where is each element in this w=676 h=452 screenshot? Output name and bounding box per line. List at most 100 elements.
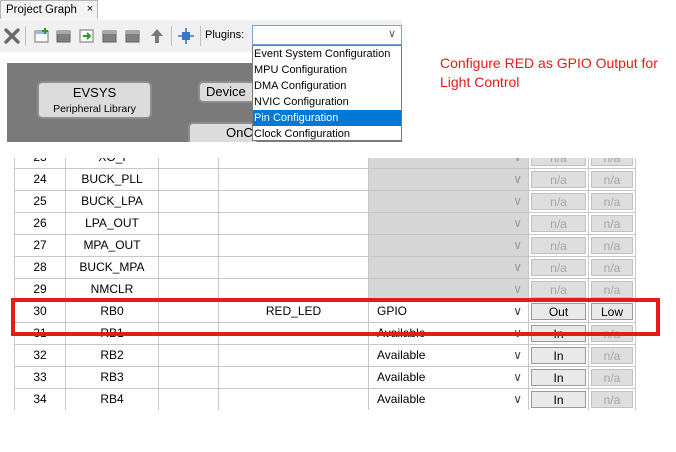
function-select[interactable]: Available ∨ <box>369 345 529 367</box>
latch-cell: n/a <box>589 367 636 389</box>
pin-number-cell: 23 <box>14 158 66 169</box>
direction-button[interactable]: In <box>531 391 586 408</box>
chevron-down-icon: ∨ <box>513 282 522 296</box>
pin-name-cell[interactable] <box>219 367 369 389</box>
toolbar-separator <box>200 26 201 46</box>
direction-cell: n/a <box>529 257 589 279</box>
direction-button: n/a <box>531 158 586 166</box>
latch-cell: n/a <box>589 235 636 257</box>
plugins-menu-item[interactable]: DMA Configuration <box>253 78 401 94</box>
pin-id-cell: BUCK_MPA <box>66 257 159 279</box>
latch-button: n/a <box>591 237 633 254</box>
custom-cell <box>159 191 219 213</box>
function-value: Available <box>377 392 426 406</box>
pin-number-cell: 33 <box>14 367 66 389</box>
direction-button[interactable]: In <box>531 369 586 386</box>
plugins-menu-item[interactable]: Pin Configuration <box>253 110 401 126</box>
latch-cell: n/a <box>589 158 636 169</box>
latch-button: n/a <box>591 259 633 276</box>
chevron-down-icon: ∨ <box>513 216 522 230</box>
table-row: 32 RB2 Available ∨ In n/a <box>14 345 636 367</box>
component-icon[interactable] <box>55 27 73 45</box>
pin-id-cell: XO_I <box>66 158 159 169</box>
function-select[interactable]: Available ∨ <box>369 367 529 389</box>
table-row: 26 LPA_OUT ∨ n/a n/a <box>14 213 636 235</box>
onc-component[interactable]: OnC <box>188 122 258 142</box>
evsys-component[interactable]: EVSYS Peripheral Library <box>37 81 152 119</box>
latch-cell: n/a <box>589 257 636 279</box>
table-row: 25 BUCK_LPA ∨ n/a n/a <box>14 191 636 213</box>
table-row: 23XO_I ∨ n/a n/a <box>14 158 636 169</box>
plugins-menu-item[interactable]: Event System Configuration <box>253 46 401 62</box>
chevron-down-icon: ∨ <box>513 158 522 168</box>
pin-number-cell: 34 <box>14 389 66 410</box>
tab-close-icon[interactable]: × <box>84 0 96 19</box>
custom-cell <box>159 257 219 279</box>
pin-name-cell <box>219 235 369 257</box>
latch-button: n/a <box>591 281 633 298</box>
annotation-text: Configure RED as GPIO Output for Light C… <box>440 55 658 90</box>
pin-id-cell: LPA_OUT <box>66 213 159 235</box>
function-select[interactable]: Available ∨ <box>369 389 529 410</box>
component-icon[interactable] <box>101 27 119 45</box>
export-icon[interactable] <box>78 27 96 45</box>
latch-button: n/a <box>591 171 633 188</box>
up-arrow-icon[interactable] <box>148 27 166 45</box>
chevron-down-icon: ∨ <box>513 172 522 186</box>
chevron-down-icon: ∨ <box>513 238 522 252</box>
direction-cell: n/a <box>529 169 589 191</box>
plugins-menu-item[interactable]: NVIC Configuration <box>253 94 401 110</box>
pin-id-cell: RB3 <box>66 367 159 389</box>
dependency-icon[interactable] <box>177 27 195 45</box>
direction-cell: n/a <box>529 235 589 257</box>
pin-number-cell: 28 <box>14 257 66 279</box>
plugins-menu-item[interactable]: MPU Configuration <box>253 62 401 78</box>
highlight-box <box>11 298 660 336</box>
plugins-menu-item[interactable]: Clock Configuration <box>253 126 401 140</box>
custom-cell <box>159 213 219 235</box>
table-row: 24 BUCK_PLL ∨ n/a n/a <box>14 169 636 191</box>
pin-number-cell: 26 <box>14 213 66 235</box>
direction-button: n/a <box>531 193 586 210</box>
device-component[interactable]: Device <box>198 81 258 103</box>
pin-name-cell[interactable] <box>219 345 369 367</box>
function-select: ∨ <box>369 169 529 191</box>
latch-button: n/a <box>591 158 633 166</box>
plugins-select[interactable]: ∨ <box>252 25 402 45</box>
custom-cell <box>159 169 219 191</box>
tab-bar: Project Graph × <box>0 0 402 21</box>
new-component-icon[interactable] <box>33 27 51 45</box>
plugins-dropdown-menu: Event System Configuration MPU Configurat… <box>252 45 402 141</box>
pin-name-cell[interactable] <box>219 389 369 410</box>
component-subtitle: Peripheral Library <box>53 103 136 115</box>
function-select: ∨ <box>369 257 529 279</box>
latch-button: n/a <box>591 347 633 364</box>
latch-button: n/a <box>591 193 633 210</box>
table-row: 28 BUCK_MPA ∨ n/a n/a <box>14 257 636 279</box>
component-title: Device <box>206 84 246 99</box>
direction-cell: In <box>529 367 589 389</box>
tab-title: Project Graph <box>6 4 77 16</box>
chevron-down-icon: ∨ <box>513 348 522 362</box>
direction-button: n/a <box>531 171 586 188</box>
latch-button: n/a <box>591 391 633 408</box>
pin-id-cell: MPA_OUT <box>66 235 159 257</box>
chevron-down-icon: ∨ <box>513 370 522 384</box>
component-icon[interactable] <box>124 27 142 45</box>
function-select: ∨ <box>369 191 529 213</box>
latch-button: n/a <box>591 215 633 232</box>
latch-cell: n/a <box>589 345 636 367</box>
chevron-down-icon: ∨ <box>513 392 522 406</box>
table-row: 33 RB3 Available ∨ In n/a <box>14 367 636 389</box>
toolbar-separator <box>25 26 26 46</box>
table-row: 34 RB4 Available ∨ In n/a <box>14 389 636 410</box>
pin-id-cell: RB2 <box>66 345 159 367</box>
pin-name-cell <box>219 213 369 235</box>
direction-button[interactable]: In <box>531 347 586 364</box>
custom-cell <box>159 235 219 257</box>
latch-cell: n/a <box>589 389 636 410</box>
pin-name-cell <box>219 257 369 279</box>
latch-cell: n/a <box>589 213 636 235</box>
close-icon[interactable] <box>3 27 21 45</box>
pin-id-cell: RB4 <box>66 389 159 410</box>
